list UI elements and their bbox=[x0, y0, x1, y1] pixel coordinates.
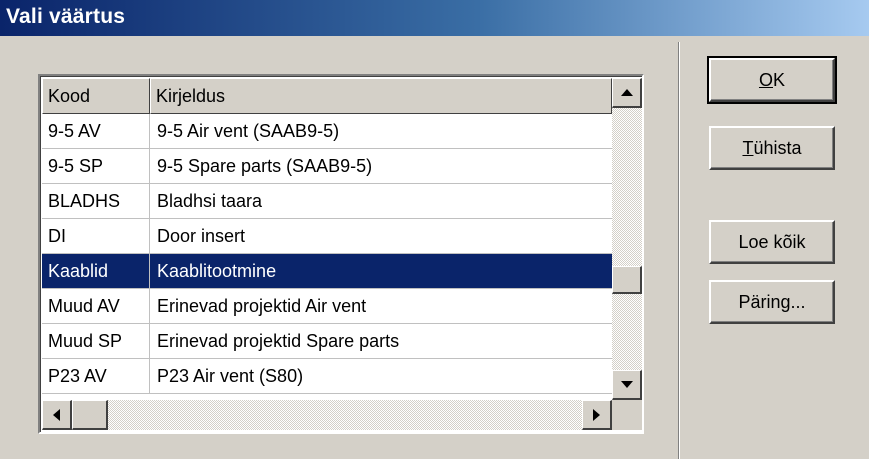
vertical-scrollbar[interactable] bbox=[612, 78, 642, 400]
cell-kood: Muud SP bbox=[42, 324, 150, 358]
scrollbar-corner bbox=[612, 400, 642, 430]
list-row[interactable]: DI Door insert bbox=[42, 219, 612, 254]
list-row[interactable]: BLADHS Bladhsi taara bbox=[42, 184, 612, 219]
scroll-up-icon bbox=[620, 88, 633, 96]
scroll-left-icon bbox=[52, 408, 60, 421]
cell-kirjeldus: Erinevad projektid Spare parts bbox=[157, 331, 400, 351]
cell-kood: P23 AV bbox=[42, 359, 150, 393]
cell-kood: 9-5 AV bbox=[42, 114, 150, 148]
column-header-kirjeldus[interactable]: Kirjeldus bbox=[150, 78, 612, 114]
list-header: Kood Kirjeldus bbox=[42, 78, 612, 114]
scroll-thumb-vertical[interactable] bbox=[612, 266, 642, 294]
scroll-down-button[interactable] bbox=[612, 370, 642, 400]
cell-kirjeldus: Bladhsi taara bbox=[157, 191, 263, 211]
cell-kirjeldus: 9-5 Air vent (SAAB9-5) bbox=[157, 121, 340, 141]
cell-kirjeldus: P23 Air vent (S80) bbox=[157, 366, 304, 386]
title-bar[interactable]: Vali väärtus bbox=[0, 0, 869, 36]
list-row[interactable]: 9-5 AV 9-5 Air vent (SAAB9-5) bbox=[42, 114, 612, 149]
scroll-right-button[interactable] bbox=[582, 400, 612, 430]
cancel-button[interactable]: Tühista bbox=[709, 126, 835, 170]
scroll-right-icon bbox=[592, 408, 600, 421]
list-row[interactable]: 9-5 SP 9-5 Spare parts (SAAB9-5) bbox=[42, 149, 612, 184]
column-header-kood[interactable]: Kood bbox=[42, 78, 150, 114]
ok-mnemonic: O bbox=[758, 69, 773, 90]
cell-kood: 9-5 SP bbox=[42, 149, 150, 183]
cancel-label: ühista bbox=[753, 137, 802, 158]
panel-divider bbox=[678, 42, 680, 459]
cell-kirjeldus: Door insert bbox=[157, 226, 246, 246]
value-list[interactable]: Kood Kirjeldus 9-5 AV 9-5 Air vent (SAAB… bbox=[38, 74, 644, 434]
cell-kood: Muud AV bbox=[42, 289, 150, 323]
cell-kirjeldus: Erinevad projektid Air vent bbox=[157, 296, 367, 316]
dialog-window: Vali väärtus Kood Kirjeldus 9-5 AV 9-5 A… bbox=[0, 0, 869, 459]
cell-kirjeldus: 9-5 Spare parts (SAAB9-5) bbox=[157, 156, 373, 176]
cancel-mnemonic: T bbox=[742, 137, 754, 158]
query-button[interactable]: Päring... bbox=[709, 280, 835, 324]
ok-label: K bbox=[773, 69, 786, 90]
list-rows: 9-5 AV 9-5 Air vent (SAAB9-5) 9-5 SP 9-5… bbox=[42, 114, 612, 394]
scroll-thumb-horizontal[interactable] bbox=[72, 400, 108, 430]
cell-kirjeldus: Kaablitootmine bbox=[157, 261, 277, 281]
list-row[interactable]: Muud AV Erinevad projektid Air vent bbox=[42, 289, 612, 324]
window-title: Vali väärtus bbox=[6, 5, 126, 28]
cell-kood: DI bbox=[42, 219, 150, 253]
list-row-selected[interactable]: Kaablid Kaablitootmine bbox=[42, 254, 612, 289]
scroll-down-icon bbox=[620, 380, 633, 388]
load-all-button[interactable]: Loe kõik bbox=[709, 220, 835, 264]
cell-kood: BLADHS bbox=[42, 184, 150, 218]
scroll-left-button[interactable] bbox=[42, 400, 72, 430]
list-row[interactable]: Muud SP Erinevad projektid Spare parts bbox=[42, 324, 612, 359]
cell-kood: Kaablid bbox=[42, 254, 150, 288]
horizontal-scrollbar[interactable] bbox=[42, 400, 612, 430]
list-row[interactable]: P23 AV P23 Air vent (S80) bbox=[42, 359, 612, 394]
scroll-up-button[interactable] bbox=[612, 78, 642, 108]
ok-button[interactable]: OK bbox=[707, 56, 837, 104]
